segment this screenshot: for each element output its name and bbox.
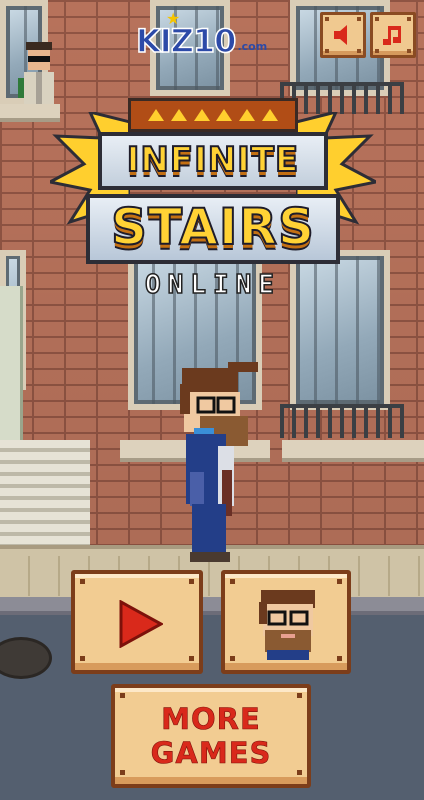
star-icon: ★	[166, 9, 181, 28]
more-games-button[interactable]: MORE GAMES	[111, 684, 311, 788]
building-stairs	[0, 440, 90, 550]
character-select-button[interactable]	[221, 570, 351, 674]
window-person-icon	[18, 42, 54, 104]
kiz10-logo[interactable]: ★ KIZ10 .com	[135, 9, 296, 60]
game-title-banner: INFINITE STAIRS ONLINE	[50, 98, 376, 318]
title-line-1: INFINITE	[126, 139, 300, 181]
title-line-3: ONLINE	[144, 269, 281, 301]
player-character	[180, 362, 258, 562]
balcony-railing	[280, 404, 404, 438]
logo-suffix: .com	[237, 40, 268, 53]
play-button[interactable]	[71, 570, 203, 674]
title-line-2: STAIRS	[110, 197, 316, 257]
music-note-icon	[383, 26, 401, 45]
speaker-icon	[334, 25, 347, 45]
logo-brand: KIZ10	[135, 22, 237, 60]
play-icon	[119, 600, 163, 648]
curb	[0, 597, 424, 615]
title-crown	[128, 98, 298, 132]
sound-button[interactable]	[320, 12, 366, 58]
more-games-label-2: GAMES	[150, 736, 272, 771]
more-games-label-1: MORE	[161, 702, 261, 737]
character-portrait-icon	[259, 590, 315, 660]
music-button[interactable]	[370, 12, 416, 58]
